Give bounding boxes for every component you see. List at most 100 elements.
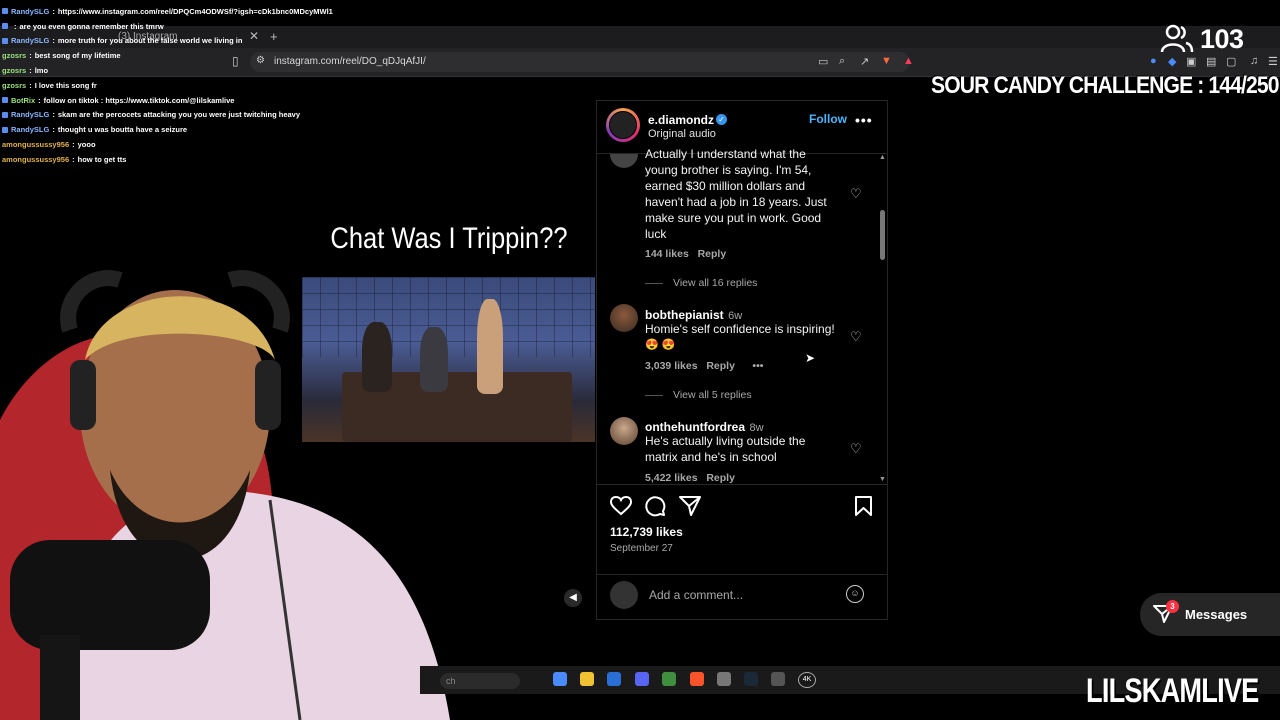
comment-likes[interactable]: 5,422 likes [645,472,698,483]
chat-message: thought u was boutta have a seizure [57,125,188,135]
sidebar-icon[interactable]: ▤ [1206,55,1216,68]
comment-text: He's actually living outside the matrix … [645,434,806,464]
comment-meta: 144 likes Reply [645,248,726,260]
reply-button[interactable]: Reply [706,472,735,483]
chat-username: BotRix [11,95,36,105]
chat-line: gzosrs: I love this song fr [2,80,97,90]
cast-icon[interactable]: ▭ [818,55,828,68]
comment-emoji: 😍 😍 [645,339,676,351]
chat-message: more truth for you about the false world… [57,36,243,46]
viewers-icon [1160,24,1194,53]
divider [596,484,888,485]
view-replies-label: View all 16 replies [673,277,758,289]
menu-icon[interactable]: ☰ [1268,55,1278,68]
comment-like-icon[interactable]: ♡ [850,441,862,457]
divider [645,394,663,396]
post-username[interactable]: e.diamondz [648,113,714,127]
view-replies[interactable]: View all 5 replies [645,389,752,401]
messages-label: Messages [1185,607,1248,622]
obs-icon[interactable] [717,672,731,686]
viewer-count: 103 [1200,24,1244,54]
reply-button[interactable]: Reply [706,360,735,372]
comment-meta: 3,039 likes Reply ••• [645,360,763,372]
4k-app-icon[interactable]: 4K [798,672,816,688]
comment-username[interactable]: bobthepianist [645,308,724,322]
extension-icon[interactable]: ● [1150,55,1157,67]
verified-badge-icon: ✓ [716,114,727,125]
comment-like-icon[interactable]: ♡ [850,329,862,345]
wallet-icon[interactable]: ▢ [1226,55,1236,68]
emoji-icon[interactable]: ☺ [846,585,864,603]
chat-badge-icon [2,23,8,30]
comment-username[interactable]: onthehuntfordrea [645,420,745,434]
chat-message: I love this song fr [34,80,97,90]
avatar [610,581,638,609]
comment-likes[interactable]: 144 likes [645,248,689,260]
chat-username: amongussussy956 [2,154,70,164]
channel-brand: LILSKAMLIVE [1086,672,1259,710]
chat-message: how to get tts [77,154,127,164]
brave-shield-icon[interactable]: ▼ [881,55,892,67]
follow-button[interactable]: Follow [809,112,847,126]
reply-button[interactable]: Reply [698,248,727,260]
comment-meta: 5,422 likes Reply [645,472,735,483]
view-replies-label: View all 5 replies [673,389,752,401]
chat-message: skam are the percocets attacking you you… [57,110,315,120]
chat-username: RandySLG [11,36,50,46]
view-replies[interactable]: View all 16 replies [645,277,757,289]
store-icon[interactable] [607,672,621,686]
comments-scrollbar[interactable] [880,210,885,260]
chat-badge-icon [2,97,8,104]
chat-message: follow on tiktok : https://www.tiktok.co… [43,95,235,105]
scroll-up-icon[interactable]: ▲ [879,154,886,161]
chat-username: gzosrs [2,80,27,90]
app-icon[interactable] [662,672,676,686]
steam-icon[interactable] [744,672,758,686]
comment-icon[interactable] [645,496,666,517]
comment-input[interactable]: Add a comment... [649,588,743,602]
brave-rewards-icon[interactable]: ▲ [903,55,914,67]
chat-username: RandySLG [11,125,50,135]
comment-more-icon[interactable]: ••• [752,360,763,372]
likes-count[interactable]: 112,739 likes [610,525,683,539]
app-icon[interactable] [771,672,785,686]
chat-username: RandySLG [11,6,50,16]
share-icon[interactable]: ↗ [860,55,869,68]
share-icon[interactable] [679,496,701,516]
copilot-icon[interactable] [553,672,567,686]
chat-message: are you even gonna remember this tmrw [19,21,164,31]
chat-message: lmo [34,66,49,76]
music-icon[interactable]: ♫ [1250,55,1258,67]
save-icon[interactable] [855,496,872,516]
chat-username: gzosrs [2,51,27,61]
chat-message: https://www.instagram.com/reel/DPQCm4ODW… [57,6,333,16]
volume-icon[interactable]: ◀ [564,589,582,607]
brave-icon[interactable] [690,672,704,686]
zoom-icon[interactable]: ⌕ [839,55,845,68]
chat-badge-icon [2,8,8,15]
scroll-down-icon[interactable]: ▼ [879,476,886,483]
comment-like-icon[interactable]: ♡ [850,186,862,202]
discord-icon[interactable] [635,672,649,686]
extensions-puzzle-icon[interactable]: ▣ [1186,55,1196,68]
streamer-webcam [0,270,450,720]
chat-line: gzosrs: lmo [2,66,49,76]
avatar[interactable] [610,417,638,445]
chat-badge-icon [2,37,8,44]
avatar[interactable] [610,304,638,332]
post-date[interactable]: September 27 [610,543,673,554]
file-explorer-icon[interactable] [580,672,594,686]
like-icon[interactable] [610,496,632,516]
challenge-counter: SOUR CANDY CHALLENGE : 144/250 [931,72,1279,99]
chat-badge-icon [2,126,8,133]
original-audio-link[interactable]: Original audio [648,128,716,140]
extension-icon[interactable]: ◆ [1168,55,1176,68]
more-options-icon[interactable]: ••• [855,112,873,128]
chat-line: RandySLG: more truth for you about the fa… [2,34,362,49]
chat-username: amongussussy956 [2,140,70,150]
avatar[interactable] [609,111,637,139]
chat-username: RandySLG [11,110,50,120]
taskbar-search[interactable]: ch [440,673,520,689]
comment-likes[interactable]: 3,039 likes [645,360,698,372]
chat-username: gzosrs [2,66,27,76]
